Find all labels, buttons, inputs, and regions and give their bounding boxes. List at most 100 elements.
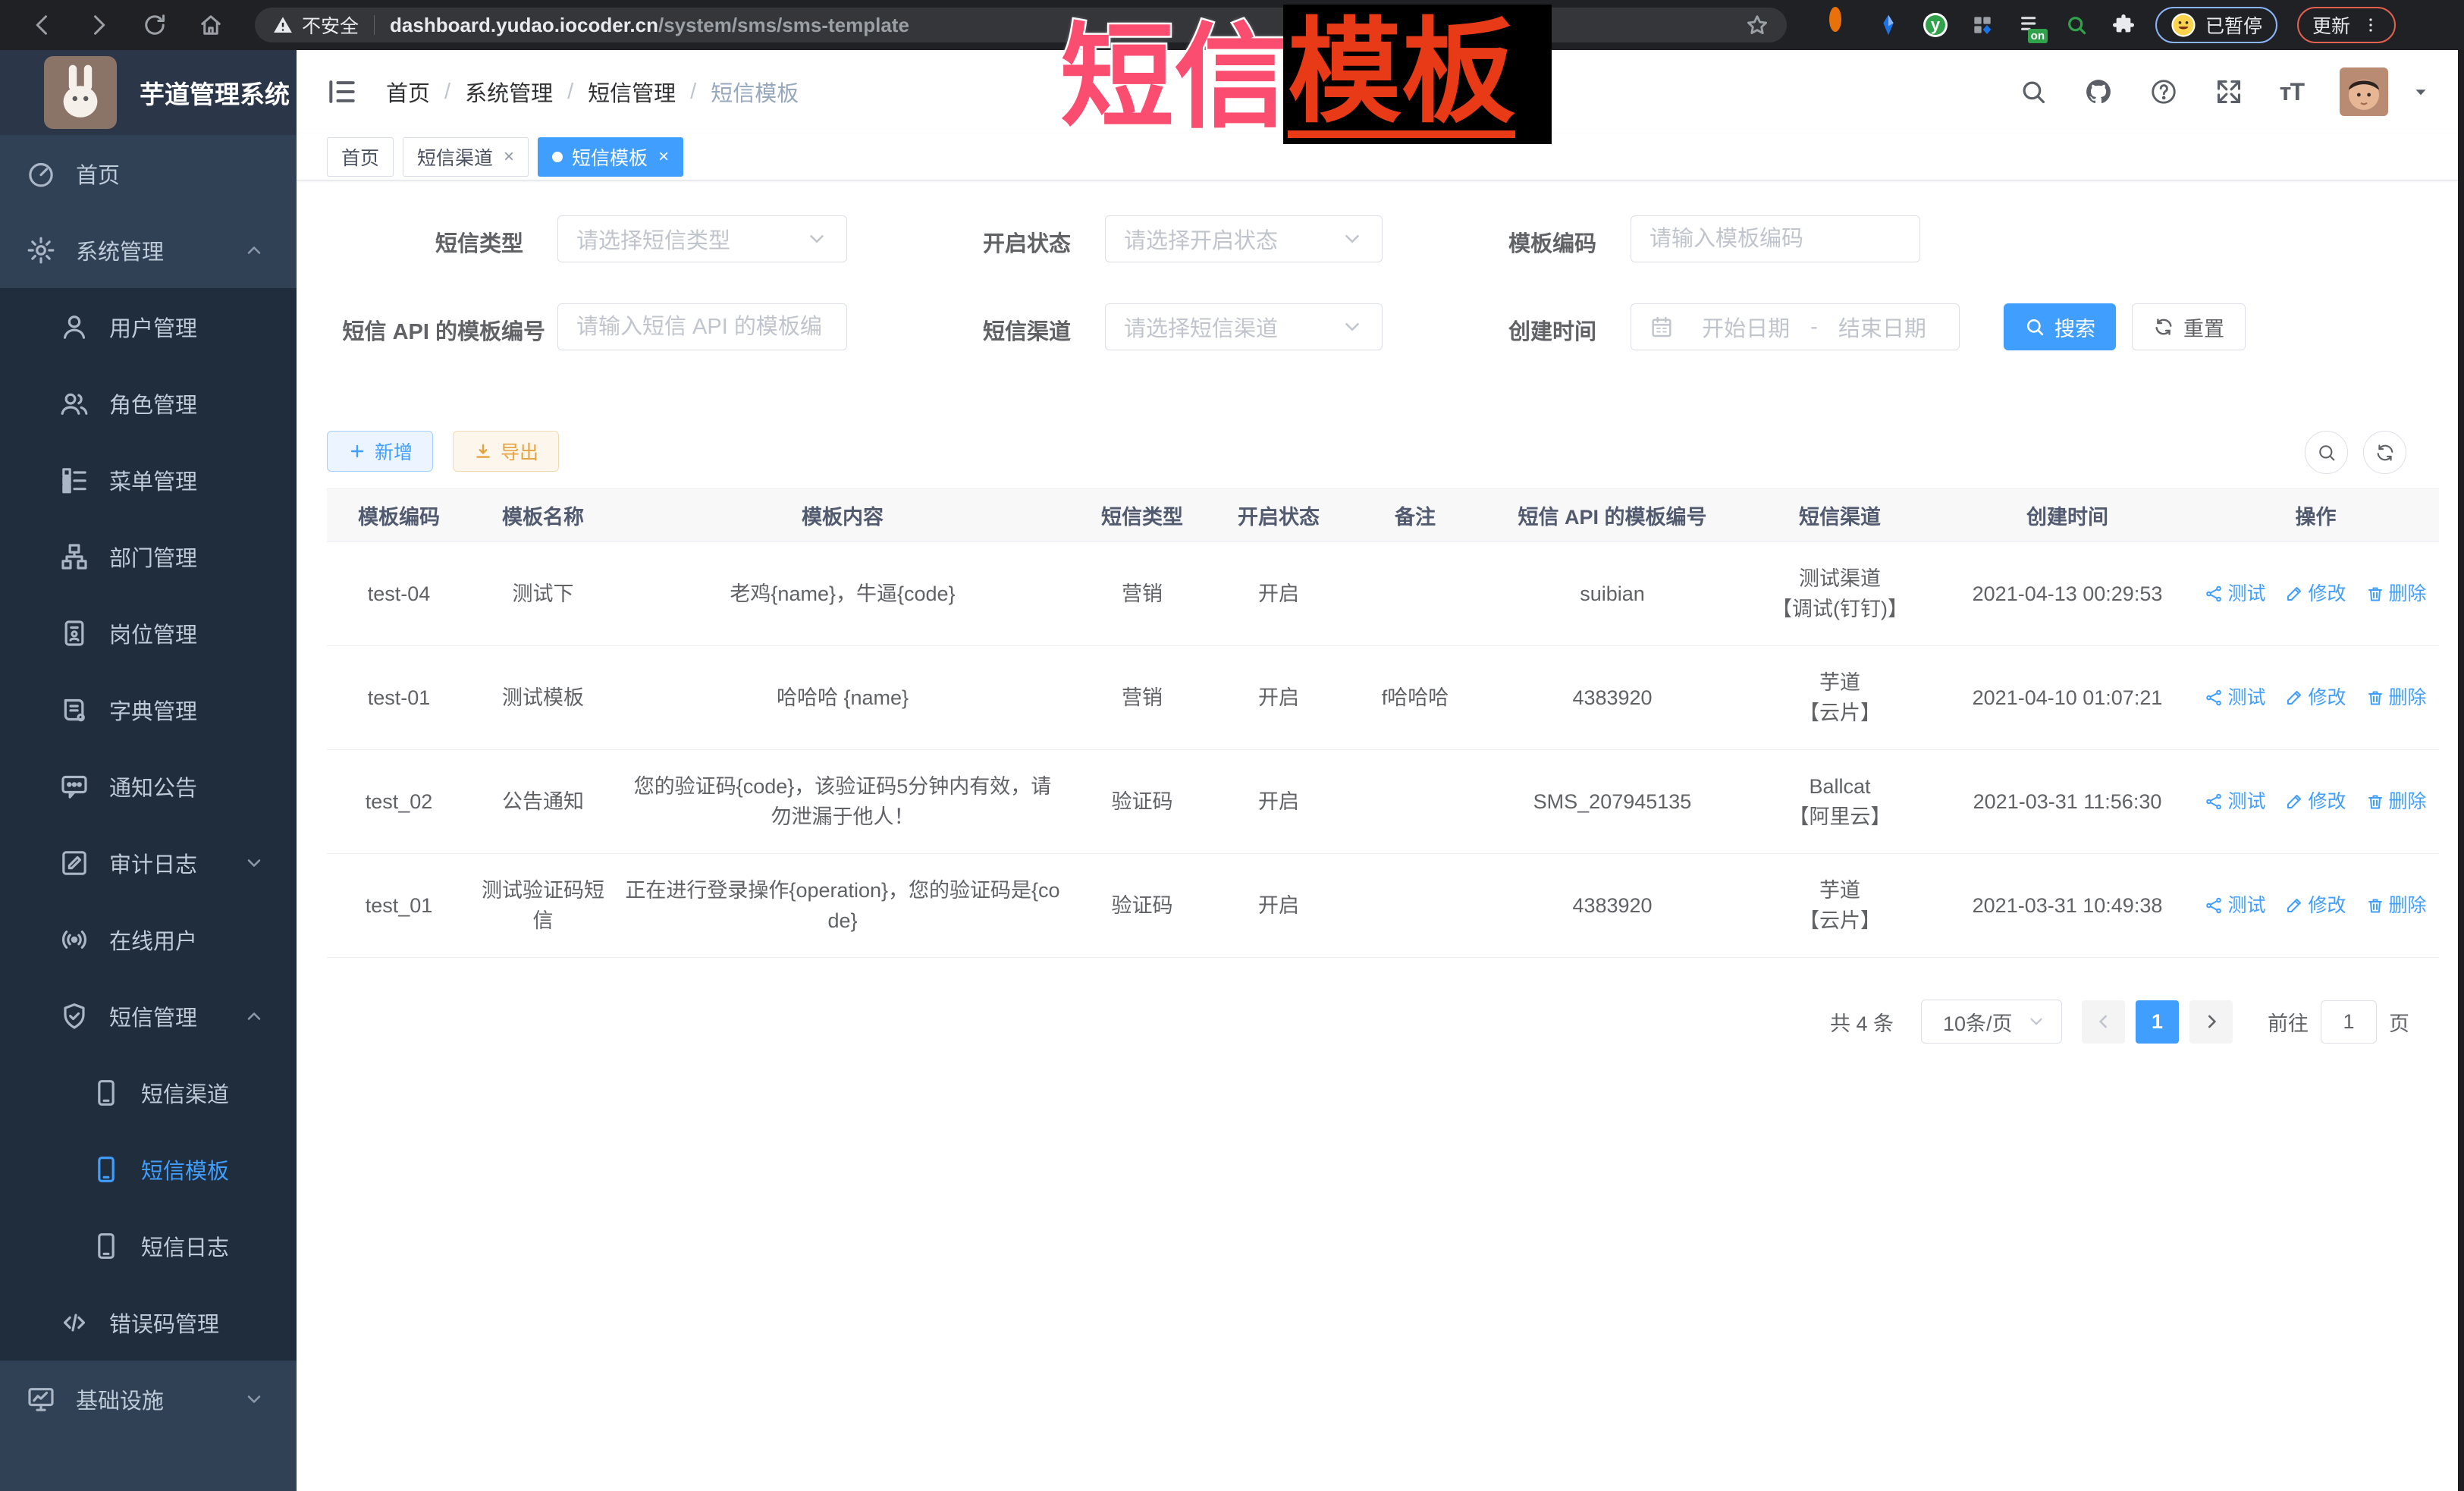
- cell-actions: 测试修改删除: [2192, 646, 2439, 750]
- column-header: 开启状态: [1214, 489, 1343, 542]
- start-date-placeholder[interactable]: 开始日期: [1687, 311, 1804, 343]
- test-link[interactable]: 测试: [2205, 579, 2265, 609]
- sidebar-item-role[interactable]: 角色管理: [0, 365, 297, 441]
- template-code-input[interactable]: [1649, 227, 1901, 252]
- sidebar-item-online-user[interactable]: 在线用户: [0, 901, 297, 978]
- sidebar-item-dict[interactable]: 字典管理: [0, 671, 297, 748]
- avatar-caret-down-icon[interactable]: [2411, 82, 2431, 102]
- delete-link[interactable]: 删除: [2366, 579, 2427, 609]
- tab-sms-channel[interactable]: 短信渠道×: [403, 137, 529, 177]
- help-question-icon[interactable]: [2149, 77, 2178, 106]
- add-button[interactable]: 新增: [327, 431, 433, 472]
- sidebar-item-error-code[interactable]: 错误码管理: [0, 1284, 297, 1361]
- page-size-select[interactable]: 10条/页: [1921, 1000, 2062, 1044]
- browser-home-icon[interactable]: [197, 11, 224, 39]
- channel-select[interactable]: 请选择短信渠道: [1105, 303, 1383, 350]
- next-page-button[interactable]: [2189, 1000, 2233, 1044]
- prev-page-button[interactable]: [2082, 1000, 2125, 1044]
- sidebar-item-label: 短信渠道: [141, 1077, 229, 1109]
- chevron-down-icon: [2026, 1012, 2046, 1031]
- extension-grid-icon[interactable]: [1970, 13, 1995, 37]
- toggle-search-button[interactable]: [2305, 431, 2348, 474]
- sidebar-item-audit-log[interactable]: 审计日志: [0, 824, 297, 901]
- fullscreen-icon[interactable]: [2214, 77, 2243, 106]
- sidebar-item-user[interactable]: 用户管理: [0, 288, 297, 365]
- delete-link[interactable]: 删除: [2366, 683, 2427, 713]
- api-template-id-input[interactable]: [576, 315, 828, 340]
- edit-pen-icon: [2285, 793, 2303, 811]
- breadcrumb-item[interactable]: 短信管理: [588, 76, 676, 108]
- test-link[interactable]: 测试: [2205, 683, 2265, 713]
- close-icon[interactable]: ×: [504, 148, 514, 166]
- refresh-table-button[interactable]: [2363, 431, 2406, 474]
- sms-template-table: 模板编码模板名称模板内容短信类型开启状态备注短信 API 的模板编号短信渠道创建…: [327, 488, 2439, 958]
- sidebar-item-system[interactable]: 系统管理: [0, 212, 297, 288]
- tab-home[interactable]: 首页: [327, 137, 394, 177]
- table-row: test-01测试模板哈哈哈 {name}营销开启f哈哈哈4383920芋道【云…: [327, 646, 2439, 750]
- goto-page-input[interactable]: [2321, 1000, 2377, 1044]
- column-header: 创建时间: [1942, 489, 2192, 542]
- font-size-icon[interactable]: тT: [2280, 78, 2303, 106]
- delete-link[interactable]: 删除: [2366, 890, 2427, 921]
- profile-paused-chip[interactable]: 已暂停: [2155, 7, 2277, 43]
- sidebar-collapse-icon[interactable]: [325, 75, 359, 108]
- page-number-button[interactable]: 1: [2136, 1000, 2179, 1044]
- reset-button[interactable]: 重置: [2132, 303, 2246, 350]
- sms-type-select[interactable]: 请选择短信类型: [557, 215, 847, 262]
- search-button[interactable]: 搜索: [2004, 303, 2116, 350]
- tab-sms-template[interactable]: 短信模板×: [538, 137, 683, 177]
- edit-link[interactable]: 修改: [2285, 890, 2346, 921]
- column-header: 短信 API 的模板编号: [1487, 489, 1737, 542]
- delete-link[interactable]: 删除: [2366, 786, 2427, 817]
- edit-link[interactable]: 修改: [2285, 786, 2346, 817]
- header-search-icon[interactable]: [2019, 77, 2048, 106]
- edit-link[interactable]: 修改: [2285, 683, 2346, 713]
- sidebar-item-label: 基础设施: [76, 1383, 164, 1415]
- sidebar-item-post[interactable]: 岗位管理: [0, 595, 297, 671]
- extension-list-on-icon[interactable]: on: [2017, 13, 2042, 37]
- sidebar-item-infra[interactable]: 基础设施: [0, 1361, 297, 1437]
- breadcrumb-item[interactable]: 系统管理: [465, 76, 553, 108]
- address-bar[interactable]: 不安全 dashboard.yudao.iocoder.cn/system/sm…: [255, 8, 1787, 42]
- test-link[interactable]: 测试: [2205, 786, 2265, 817]
- tab-label: 首页: [341, 143, 379, 171]
- sidebar-item-dept[interactable]: 部门管理: [0, 518, 297, 595]
- browser-forward-icon[interactable]: [85, 11, 112, 39]
- breadcrumb-separator: /: [444, 80, 450, 105]
- sidebar-item-sms-channel[interactable]: 短信渠道: [0, 1054, 297, 1131]
- browser-menu-dots-icon[interactable]: [2361, 15, 2381, 35]
- github-icon[interactable]: [2084, 77, 2113, 106]
- extension-y-icon[interactable]: y: [1923, 13, 1948, 37]
- sidebar: 芋道管理系统 首页系统管理用户管理角色管理菜单管理部门管理岗位管理字典管理通知公…: [0, 50, 297, 1491]
- security-label[interactable]: 不安全: [302, 11, 359, 39]
- end-date-placeholder[interactable]: 结束日期: [1824, 311, 1941, 343]
- user-avatar[interactable]: [2340, 67, 2388, 116]
- bookmark-star-icon[interactable]: [1744, 12, 1770, 38]
- update-chip[interactable]: 更新: [2297, 7, 2396, 43]
- sidebar-item-menu[interactable]: 菜单管理: [0, 441, 297, 518]
- sidebar-item-sms-log[interactable]: 短信日志: [0, 1207, 297, 1284]
- sidebar-item-label: 部门管理: [109, 541, 197, 573]
- export-button[interactable]: 导出: [453, 431, 559, 472]
- sidebar-item-notice[interactable]: 通知公告: [0, 748, 297, 824]
- status-select[interactable]: 请选择开启状态: [1105, 215, 1383, 262]
- create-time-range-picker[interactable]: 开始日期 - 结束日期: [1631, 303, 1960, 350]
- browser-back-icon[interactable]: [29, 11, 56, 39]
- breadcrumb-item[interactable]: 首页: [386, 76, 430, 108]
- edit-link[interactable]: 修改: [2285, 579, 2346, 609]
- code-icon: [59, 1307, 89, 1338]
- close-icon[interactable]: ×: [658, 148, 669, 166]
- sidebar-item-home[interactable]: 首页: [0, 135, 297, 212]
- browser-reload-icon[interactable]: [141, 11, 168, 39]
- extensions-puzzle-icon[interactable]: [2111, 13, 2136, 37]
- sidebar-item-sms[interactable]: 短信管理: [0, 978, 297, 1054]
- extension-kite-icon[interactable]: [1876, 13, 1901, 37]
- cell: 验证码: [1070, 854, 1214, 958]
- extension-ring-icon[interactable]: [1829, 13, 1853, 37]
- sidebar-item-label: 短信管理: [109, 1000, 197, 1032]
- test-link[interactable]: 测试: [2205, 890, 2265, 921]
- ime-candidate-text: 模板: [1288, 15, 1515, 138]
- sidebar-item-sms-template[interactable]: 短信模板: [0, 1131, 297, 1207]
- extension-magnifier-icon[interactable]: [2064, 13, 2089, 37]
- edit-pen-icon: [2285, 585, 2303, 603]
